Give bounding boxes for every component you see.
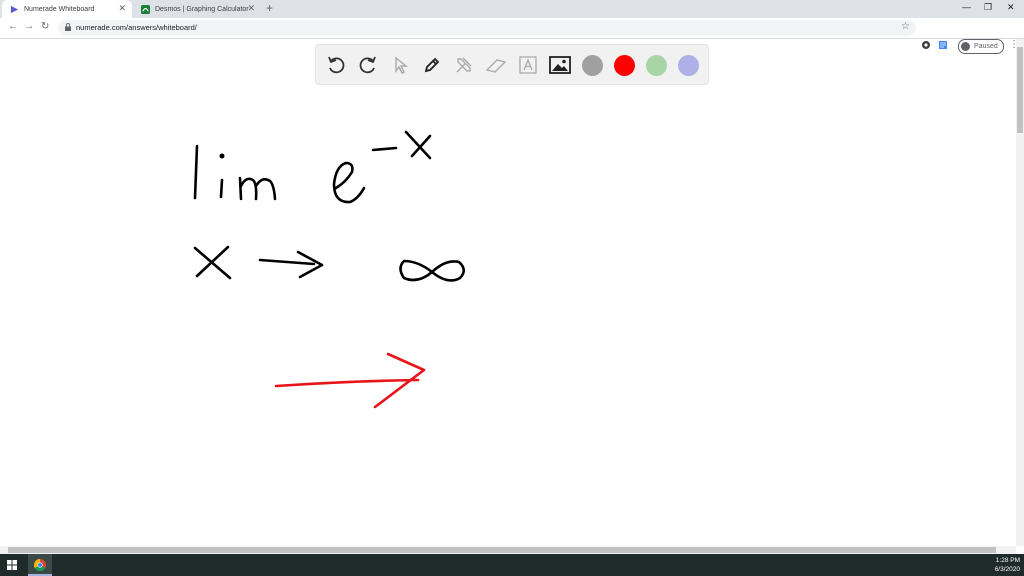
close-window-icon[interactable]: ✕ xyxy=(1007,2,1015,13)
pointer-button[interactable] xyxy=(389,54,411,76)
close-tab-icon[interactable]: ✕ xyxy=(247,3,255,14)
text-icon xyxy=(519,56,537,74)
color-swatch-purple[interactable] xyxy=(678,55,699,76)
ink-stroke-e xyxy=(332,161,366,204)
numerade-logo-icon xyxy=(10,5,19,13)
close-tab-icon[interactable]: ✕ xyxy=(118,3,126,14)
ink-stroke-red-arrow xyxy=(274,352,426,409)
clock-date: 6/3/2020 xyxy=(994,566,1020,573)
address-bar-row: ← → ↻ numerade.com/answers/whiteboard/ ☆… xyxy=(0,18,1024,54)
color-swatch-gray[interactable] xyxy=(582,55,603,76)
back-icon[interactable]: ← xyxy=(8,21,18,32)
clock-time: 1:28 PM xyxy=(995,557,1020,564)
horizontal-scrollbar[interactable] xyxy=(0,546,1016,554)
forward-icon[interactable]: → xyxy=(24,21,34,32)
ink-stroke-i-dot xyxy=(219,153,225,159)
color-swatch-green[interactable] xyxy=(646,55,667,76)
text-button[interactable] xyxy=(517,54,539,76)
minimize-icon[interactable]: — xyxy=(962,2,971,12)
ink-stroke-l xyxy=(193,144,199,200)
ink-stroke-x xyxy=(193,245,232,280)
chrome-icon xyxy=(34,559,46,571)
taskbar-chrome-button[interactable] xyxy=(28,554,52,576)
tab-bar: Numerade Whiteboard ✕ Desmos | Graphing … xyxy=(0,0,1024,18)
pen-icon xyxy=(424,57,440,73)
eraser-button[interactable] xyxy=(485,54,507,76)
pen-button[interactable] xyxy=(421,54,443,76)
color-swatch-red[interactable] xyxy=(614,55,635,76)
ink-stroke-i xyxy=(219,178,224,199)
tab-desmos[interactable]: Desmos | Graphing Calculator ✕ xyxy=(133,0,261,18)
undo-button[interactable] xyxy=(325,54,347,76)
pointer-icon xyxy=(395,56,408,74)
url-text: numerade.com/answers/whiteboard/ xyxy=(76,23,197,32)
eraser-icon xyxy=(485,59,507,73)
vertical-scrollbar[interactable] xyxy=(1016,39,1024,546)
reload-icon[interactable]: ↻ xyxy=(41,21,49,32)
desmos-logo-icon xyxy=(141,4,150,14)
ink-stroke-m xyxy=(238,176,277,201)
taskbar: 1:28 PM 6/3/2020 xyxy=(0,554,1024,576)
ink-stroke-arrow xyxy=(258,250,324,279)
whiteboard-toolbar xyxy=(315,44,709,85)
ink-stroke-x-super xyxy=(404,130,432,160)
ink-stroke-infinity xyxy=(399,259,466,282)
scrollbar-thumb[interactable] xyxy=(8,547,996,553)
undo-icon xyxy=(328,56,345,74)
bookmark-star-icon[interactable]: ☆ xyxy=(901,21,910,32)
redo-icon xyxy=(359,56,376,74)
whiteboard-canvas[interactable] xyxy=(0,39,1016,546)
tab-title: Desmos | Graphing Calculator xyxy=(155,5,249,13)
tab-numerade-whiteboard[interactable]: Numerade Whiteboard ✕ xyxy=(2,0,132,18)
image-button[interactable] xyxy=(549,54,571,76)
new-tab-button[interactable]: + xyxy=(266,1,273,15)
omnibox[interactable]: numerade.com/answers/whiteboard/ ☆ xyxy=(58,20,916,36)
image-icon xyxy=(549,56,571,74)
scrollbar-thumb[interactable] xyxy=(1017,47,1023,133)
tools-button[interactable] xyxy=(453,54,475,76)
ink-stroke-minus xyxy=(371,146,398,152)
windows-start-icon[interactable] xyxy=(7,560,17,570)
redo-button[interactable] xyxy=(357,54,379,76)
restore-icon[interactable]: ❐ xyxy=(984,2,992,13)
tools-icon xyxy=(456,57,472,73)
lock-icon xyxy=(65,23,71,31)
tab-title: Numerade Whiteboard xyxy=(24,5,95,13)
system-clock[interactable]: 1:28 PM 6/3/2020 xyxy=(995,556,1020,574)
